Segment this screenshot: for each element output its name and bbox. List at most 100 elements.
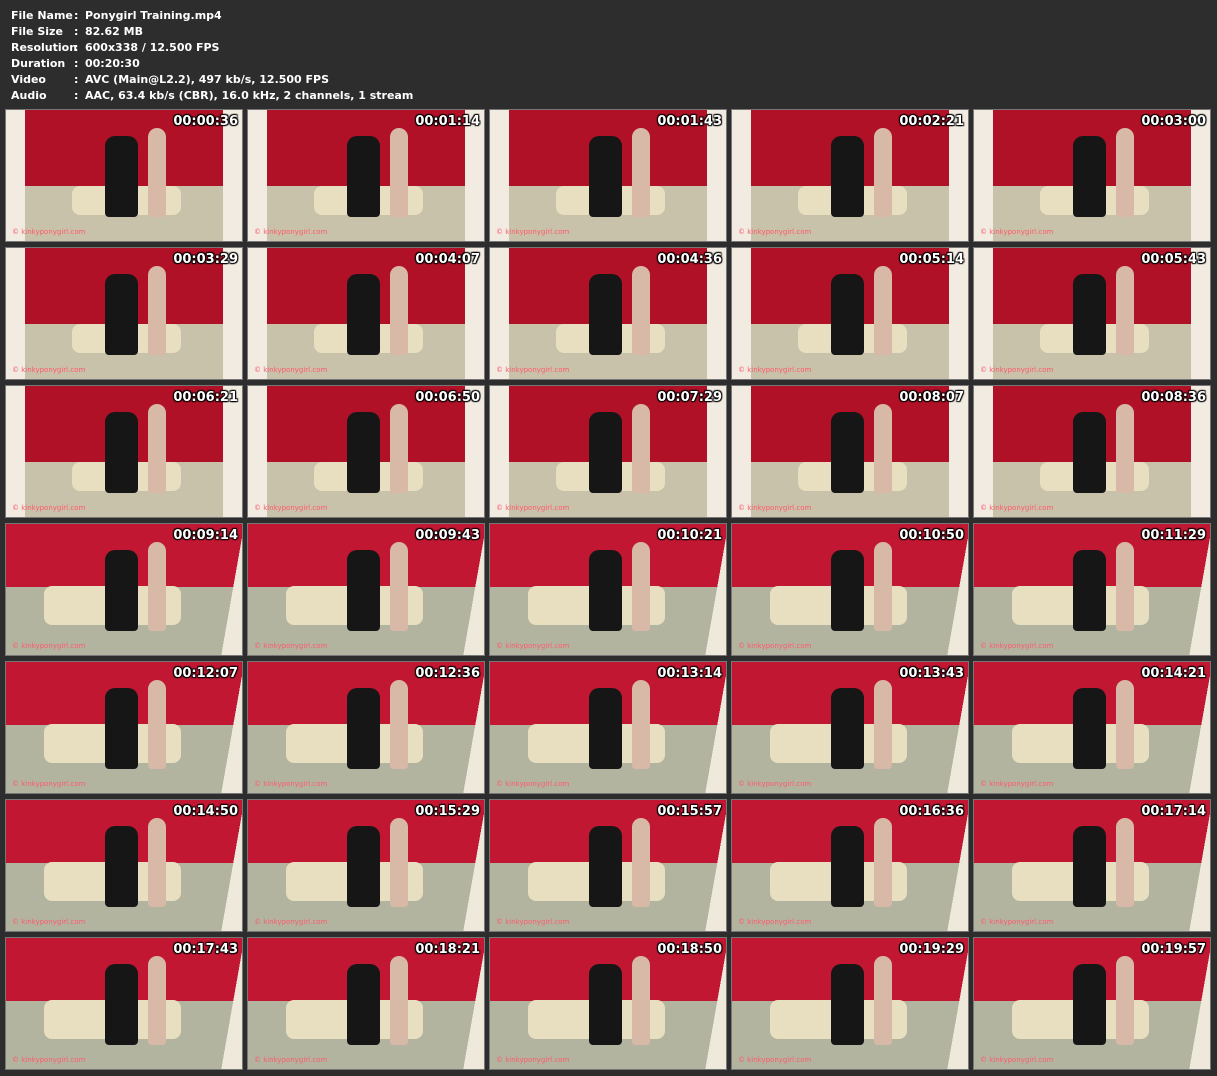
video-thumbnail: 00:12:36 © kinkyponygirl.com bbox=[247, 661, 485, 794]
figure-shape bbox=[831, 550, 865, 632]
thumbnail-timestamp: 00:12:36 bbox=[415, 666, 480, 681]
thumbnail-watermark: © kinkyponygirl.com bbox=[12, 780, 86, 788]
figure-shape bbox=[873, 128, 893, 218]
figure-shape bbox=[831, 688, 865, 770]
thumbnail-timestamp: 00:04:36 bbox=[657, 252, 722, 267]
thumbnail-timestamp: 00:13:14 bbox=[657, 666, 722, 681]
info-value: Ponygirl Training.mp4 bbox=[85, 9, 222, 22]
thumbnail-watermark: © kinkyponygirl.com bbox=[980, 780, 1054, 788]
video-thumbnail: 00:04:07 © kinkyponygirl.com bbox=[247, 247, 485, 380]
figure-shape bbox=[831, 412, 865, 494]
video-thumbnail: 00:14:21 © kinkyponygirl.com bbox=[973, 661, 1211, 794]
figure-shape bbox=[873, 266, 893, 356]
figure-shape bbox=[1115, 956, 1135, 1046]
figure-shape bbox=[1115, 680, 1135, 770]
thumbnail-watermark: © kinkyponygirl.com bbox=[254, 780, 328, 788]
figure-shape bbox=[105, 964, 139, 1046]
thumbnail-watermark: © kinkyponygirl.com bbox=[254, 366, 328, 374]
thumbnail-watermark: © kinkyponygirl.com bbox=[254, 918, 328, 926]
thumbnail-timestamp: 00:08:07 bbox=[899, 390, 964, 405]
thumbnail-watermark: © kinkyponygirl.com bbox=[496, 504, 570, 512]
video-thumbnail: 00:07:29 © kinkyponygirl.com bbox=[489, 385, 727, 518]
figure-shape bbox=[147, 128, 167, 218]
thumbnail-timestamp: 00:15:57 bbox=[657, 804, 722, 819]
info-separator: : bbox=[74, 9, 79, 22]
figure-shape bbox=[1115, 818, 1135, 908]
thumbnail-timestamp: 00:15:29 bbox=[415, 804, 480, 819]
info-separator: : bbox=[74, 89, 79, 102]
figure-shape bbox=[147, 818, 167, 908]
thumbnail-watermark: © kinkyponygirl.com bbox=[738, 228, 812, 236]
thumbnail-timestamp: 00:06:21 bbox=[173, 390, 238, 405]
video-thumbnail: 00:04:36 © kinkyponygirl.com bbox=[489, 247, 727, 380]
info-row-video: Video : AVC (Main@L2.2), 497 kb/s, 12.50… bbox=[11, 72, 413, 88]
thumbnail-timestamp: 00:04:07 bbox=[415, 252, 480, 267]
video-thumbnail: 00:19:29 © kinkyponygirl.com bbox=[731, 937, 969, 1070]
info-row-duration: Duration : 00:20:30 bbox=[11, 56, 413, 72]
figure-shape bbox=[105, 136, 139, 218]
figure-shape bbox=[631, 128, 651, 218]
thumbnail-watermark: © kinkyponygirl.com bbox=[12, 918, 86, 926]
figure-shape bbox=[147, 956, 167, 1046]
thumbnail-timestamp: 00:18:21 bbox=[415, 942, 480, 957]
thumbnail-watermark: © kinkyponygirl.com bbox=[12, 366, 86, 374]
video-thumbnail: 00:09:43 © kinkyponygirl.com bbox=[247, 523, 485, 656]
thumbnail-timestamp: 00:03:00 bbox=[1141, 114, 1206, 129]
info-separator: : bbox=[74, 25, 79, 38]
video-thumbnail: 00:08:36 © kinkyponygirl.com bbox=[973, 385, 1211, 518]
thumbnail-watermark: © kinkyponygirl.com bbox=[980, 642, 1054, 650]
thumbnail-watermark: © kinkyponygirl.com bbox=[738, 780, 812, 788]
thumbnail-watermark: © kinkyponygirl.com bbox=[738, 642, 812, 650]
figure-shape bbox=[1073, 826, 1107, 908]
info-separator: : bbox=[74, 73, 79, 86]
thumbnail-timestamp: 00:01:43 bbox=[657, 114, 722, 129]
thumbnail-timestamp: 00:00:36 bbox=[173, 114, 238, 129]
thumbnail-watermark: © kinkyponygirl.com bbox=[496, 918, 570, 926]
info-separator: : bbox=[74, 57, 79, 70]
figure-shape bbox=[631, 542, 651, 632]
info-label: Resolution bbox=[11, 41, 78, 54]
figure-shape bbox=[347, 274, 381, 356]
video-thumbnail: 00:10:21 © kinkyponygirl.com bbox=[489, 523, 727, 656]
info-row-file-name: File Name : Ponygirl Training.mp4 bbox=[11, 8, 413, 24]
figure-shape bbox=[873, 680, 893, 770]
figure-shape bbox=[831, 274, 865, 356]
figure-shape bbox=[589, 136, 623, 218]
video-thumbnail: 00:13:14 © kinkyponygirl.com bbox=[489, 661, 727, 794]
figure-shape bbox=[873, 542, 893, 632]
video-thumbnail: 00:13:43 © kinkyponygirl.com bbox=[731, 661, 969, 794]
figure-shape bbox=[589, 688, 623, 770]
figure-shape bbox=[631, 266, 651, 356]
video-thumbnail: 00:17:43 © kinkyponygirl.com bbox=[5, 937, 243, 1070]
figure-shape bbox=[105, 550, 139, 632]
video-thumbnail: 00:01:43 © kinkyponygirl.com bbox=[489, 109, 727, 242]
thumbnail-watermark: © kinkyponygirl.com bbox=[12, 504, 86, 512]
figure-shape bbox=[389, 266, 409, 356]
video-thumbnail: 00:16:36 © kinkyponygirl.com bbox=[731, 799, 969, 932]
figure-shape bbox=[873, 404, 893, 494]
figure-shape bbox=[1115, 266, 1135, 356]
figure-shape bbox=[347, 136, 381, 218]
thumbnail-timestamp: 00:10:21 bbox=[657, 528, 722, 543]
thumbnail-timestamp: 00:08:36 bbox=[1141, 390, 1206, 405]
figure-shape bbox=[1073, 688, 1107, 770]
thumbnail-watermark: © kinkyponygirl.com bbox=[254, 504, 328, 512]
figure-shape bbox=[589, 826, 623, 908]
video-thumbnail: 00:02:21 © kinkyponygirl.com bbox=[731, 109, 969, 242]
info-row-resolution: Resolution : 600x338 / 12.500 FPS bbox=[11, 40, 413, 56]
file-info-panel: File Name : Ponygirl Training.mp4 File S… bbox=[11, 8, 413, 104]
video-thumbnail: 00:09:14 © kinkyponygirl.com bbox=[5, 523, 243, 656]
thumbnail-watermark: © kinkyponygirl.com bbox=[12, 228, 86, 236]
thumbnail-timestamp: 00:01:14 bbox=[415, 114, 480, 129]
figure-shape bbox=[347, 550, 381, 632]
thumbnail-timestamp: 00:12:07 bbox=[173, 666, 238, 681]
video-thumbnail: 00:19:57 © kinkyponygirl.com bbox=[973, 937, 1211, 1070]
thumbnail-timestamp: 00:14:21 bbox=[1141, 666, 1206, 681]
thumbnail-watermark: © kinkyponygirl.com bbox=[496, 780, 570, 788]
video-thumbnail: 00:06:50 © kinkyponygirl.com bbox=[247, 385, 485, 518]
info-label: File Name bbox=[11, 9, 73, 22]
thumbnail-watermark: © kinkyponygirl.com bbox=[980, 366, 1054, 374]
thumbnail-watermark: © kinkyponygirl.com bbox=[12, 1056, 86, 1064]
figure-shape bbox=[1115, 404, 1135, 494]
figure-shape bbox=[831, 964, 865, 1046]
